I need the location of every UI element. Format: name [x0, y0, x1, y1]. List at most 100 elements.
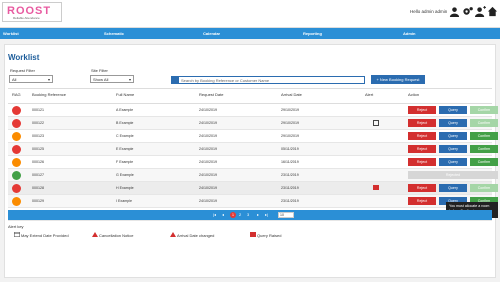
col-request-date: Request Date	[199, 92, 224, 97]
logo-subtitle: Reliable Attendance	[13, 16, 40, 20]
reject-button[interactable]: Reject	[408, 119, 436, 127]
reject-button[interactable]: Reject	[408, 158, 436, 166]
arrival-date: 29/10/2019	[281, 108, 299, 112]
booking-ref[interactable]: 000122	[32, 121, 44, 125]
booking-ref[interactable]: 000127	[32, 173, 44, 177]
nav-reporting[interactable]: Reporting	[303, 31, 322, 36]
user-icon[interactable]	[449, 6, 460, 17]
query-button[interactable]: Query	[439, 132, 467, 140]
rag-indicator	[12, 106, 21, 115]
app-logo[interactable]: ROOST Reliable Attendance	[2, 2, 62, 22]
confirm-button[interactable]: Confirm	[470, 119, 498, 127]
table-row[interactable]: 000125 E Example 24/10/2019 05/11/2019 Rejec…	[8, 143, 498, 156]
booking-ref[interactable]: 000126	[32, 160, 44, 164]
alert-key-title: Alert key	[8, 224, 24, 229]
table-row[interactable]: 000127 G Example 24/10/2019 23/11/2019 Rejec…	[8, 169, 498, 182]
full-name: E Example	[116, 147, 134, 151]
search-box[interactable]: Search by Booking Reference or Customer …	[171, 76, 365, 90]
rag-indicator	[12, 171, 21, 180]
nav-calendar[interactable]: Calendar	[203, 31, 220, 36]
page-2[interactable]: 2	[239, 212, 241, 217]
page-size-select[interactable]: 10	[278, 212, 294, 218]
search-button[interactable]	[172, 77, 179, 90]
next-page-icon[interactable]: ▸	[257, 212, 259, 217]
rag-indicator	[12, 119, 21, 128]
flag-icon	[250, 232, 256, 237]
chevron-down-icon: ▾	[47, 77, 50, 82]
col-booking-ref: Booking Reference	[32, 92, 67, 97]
page-title: Worklist	[8, 53, 40, 62]
table-row[interactable]: 000123 C Example 24/10/2019 29/10/2019 Rejec…	[8, 130, 498, 143]
rag-indicator	[12, 132, 21, 141]
rag-indicator	[12, 158, 21, 167]
rag-indicator	[12, 197, 21, 206]
nav-admin[interactable]: Admin	[403, 31, 415, 36]
page-1[interactable]: 1	[230, 212, 236, 218]
booking-ref[interactable]: 000129	[32, 199, 44, 203]
reject-button[interactable]: Reject	[408, 132, 436, 140]
top-bar: ROOST Reliable Attendance Hello admin ad…	[0, 0, 500, 28]
reject-button[interactable]: Reject	[408, 145, 436, 153]
request-date: 24/10/2019	[199, 160, 217, 164]
alert-key-item: Arrival Date changed	[177, 233, 215, 238]
arrival-date: 05/11/2019	[281, 147, 299, 151]
calendar-icon	[14, 232, 20, 237]
nav-worklist[interactable]: Worklist	[3, 31, 19, 36]
first-page-icon[interactable]: |◂	[213, 212, 216, 217]
calendar-icon[interactable]	[373, 120, 379, 126]
table-row[interactable]: 000122 B Example 24/10/2019 29/10/2019 Rejec…	[8, 117, 498, 130]
confirm-button[interactable]: Confirm	[470, 158, 498, 166]
reject-button[interactable]: Reject	[408, 184, 436, 192]
alert-key-item: May Extend Date Provided	[21, 233, 69, 238]
table-row[interactable]: 000126 F Example 24/10/2019 16/11/2019 Rejec…	[8, 156, 498, 169]
booking-ref[interactable]: 000123	[32, 134, 44, 138]
request-date: 24/10/2019	[199, 173, 217, 177]
search-input[interactable]: Search by Booking Reference or Customer …	[181, 78, 269, 83]
user-greeting: Hello admin admin	[410, 9, 448, 14]
nav-schematic[interactable]: Schematic	[104, 31, 124, 36]
col-rag: RAG	[12, 92, 21, 97]
query-button[interactable]: Query	[439, 184, 467, 192]
full-name: H Example	[116, 186, 134, 190]
booking-ref[interactable]: 000125	[32, 147, 44, 151]
status-button: Rejected	[408, 171, 498, 179]
table-row[interactable]: 000121 A Example 24/10/2019 29/10/2019 Rejec…	[8, 104, 498, 117]
flag-icon[interactable]	[373, 185, 379, 190]
home-icon[interactable]	[487, 6, 498, 17]
chevron-down-icon: ▾	[128, 77, 131, 82]
site-filter-value: Show All	[93, 77, 109, 82]
pagination-bar: |◂ ◂ 1 2 3 ▸ ▸| 10	[8, 210, 492, 220]
reject-button[interactable]: Reject	[408, 106, 436, 114]
arrival-date: 23/11/2019	[281, 199, 299, 203]
query-button[interactable]: Query	[439, 145, 467, 153]
confirm-button[interactable]: Confirm	[470, 145, 498, 153]
query-button[interactable]: Query	[439, 119, 467, 127]
col-full-name: Full Name	[116, 92, 135, 97]
settings-icon[interactable]	[462, 6, 473, 17]
site-filter-label: Site Filter	[91, 68, 108, 73]
reject-button[interactable]: Reject	[408, 197, 436, 205]
query-button[interactable]: Query	[439, 158, 467, 166]
last-page-icon[interactable]: ▸|	[265, 212, 268, 217]
prev-page-icon[interactable]: ◂	[222, 212, 224, 217]
booking-ref[interactable]: 000121	[32, 108, 44, 112]
new-booking-button[interactable]: + New Booking Request	[371, 75, 425, 84]
booking-ref[interactable]: 000128	[32, 186, 44, 190]
add-user-icon[interactable]	[475, 6, 486, 17]
arrival-date: 16/11/2019	[281, 160, 299, 164]
request-date: 24/10/2019	[199, 199, 217, 203]
arrival-changed-icon	[170, 232, 176, 237]
request-date: 24/10/2019	[199, 121, 217, 125]
request-filter-select[interactable]: All ▾	[9, 75, 53, 83]
page-3[interactable]: 3	[247, 212, 249, 217]
table-row[interactable]: 000128 H Example 24/10/2019 23/11/2019 Rejec…	[8, 182, 498, 195]
confirm-button[interactable]: Confirm	[470, 106, 498, 114]
confirm-button[interactable]: Confirm	[470, 184, 498, 192]
full-name: G Example	[116, 173, 134, 177]
table-row[interactable]: 000129 I Example 24/10/2019 23/11/2019 Rejec…	[8, 195, 498, 208]
request-filter-value: All	[12, 77, 17, 82]
site-filter-select[interactable]: Show All ▾	[90, 75, 134, 83]
query-button[interactable]: Query	[439, 106, 467, 114]
confirm-button[interactable]: Confirm	[470, 132, 498, 140]
arrival-date: 23/11/2019	[281, 186, 299, 190]
